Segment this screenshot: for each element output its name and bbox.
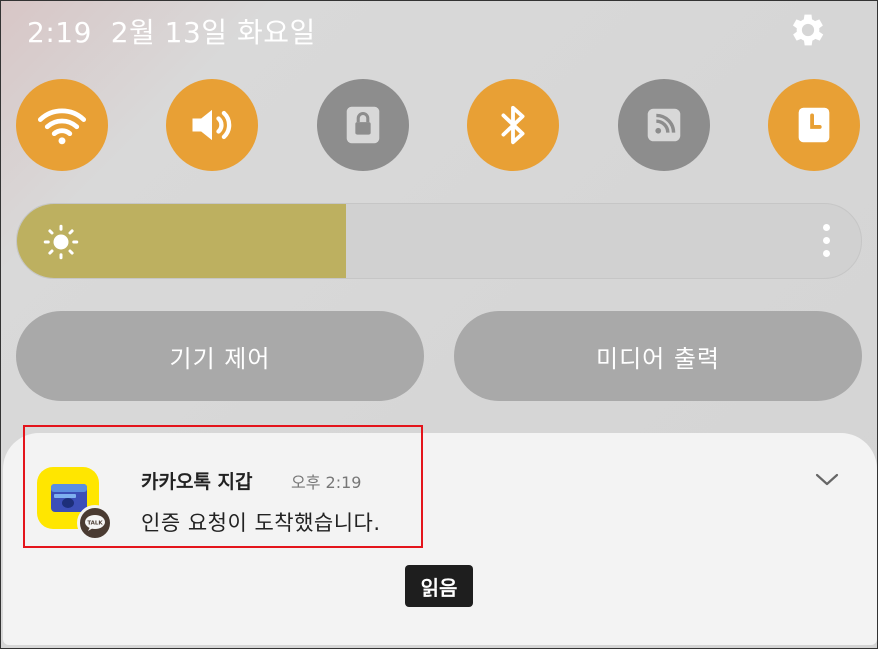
bluetooth-icon [501, 105, 525, 145]
bluetooth-toggle[interactable] [467, 79, 559, 171]
rotation-lock-toggle[interactable] [317, 79, 409, 171]
clock-icon [798, 107, 830, 143]
lock-icon [346, 106, 380, 144]
wifi-toggle[interactable] [16, 79, 108, 171]
volume-icon [192, 109, 232, 141]
sun-icon [43, 224, 79, 260]
nfc-icon [647, 108, 681, 142]
notification-highlight-box [23, 425, 423, 548]
status-date: 2월 13일 화요일 [110, 16, 316, 49]
status-time: 2:19 [27, 16, 92, 49]
wifi-icon [37, 108, 87, 145]
tooltip: 읽음 [405, 565, 473, 607]
device-control-button[interactable]: 기기 제어 [16, 311, 424, 401]
gear-icon [792, 14, 824, 46]
status-datetime: 2:19 2월 13일 화요일 [27, 11, 316, 51]
status-bar: 2:19 2월 13일 화요일 [1, 1, 878, 61]
more-options-icon[interactable] [821, 224, 831, 260]
brightness-slider[interactable] [16, 203, 862, 279]
expand-notification-button[interactable] [813, 467, 841, 491]
media-output-button[interactable]: 미디어 출력 [454, 311, 862, 401]
settings-button[interactable] [787, 9, 829, 51]
clock-toggle[interactable] [768, 79, 860, 171]
chevron-down-icon [815, 473, 839, 486]
quick-settings-row [1, 79, 878, 175]
sound-toggle[interactable] [166, 79, 258, 171]
nfc-toggle[interactable] [618, 79, 710, 171]
